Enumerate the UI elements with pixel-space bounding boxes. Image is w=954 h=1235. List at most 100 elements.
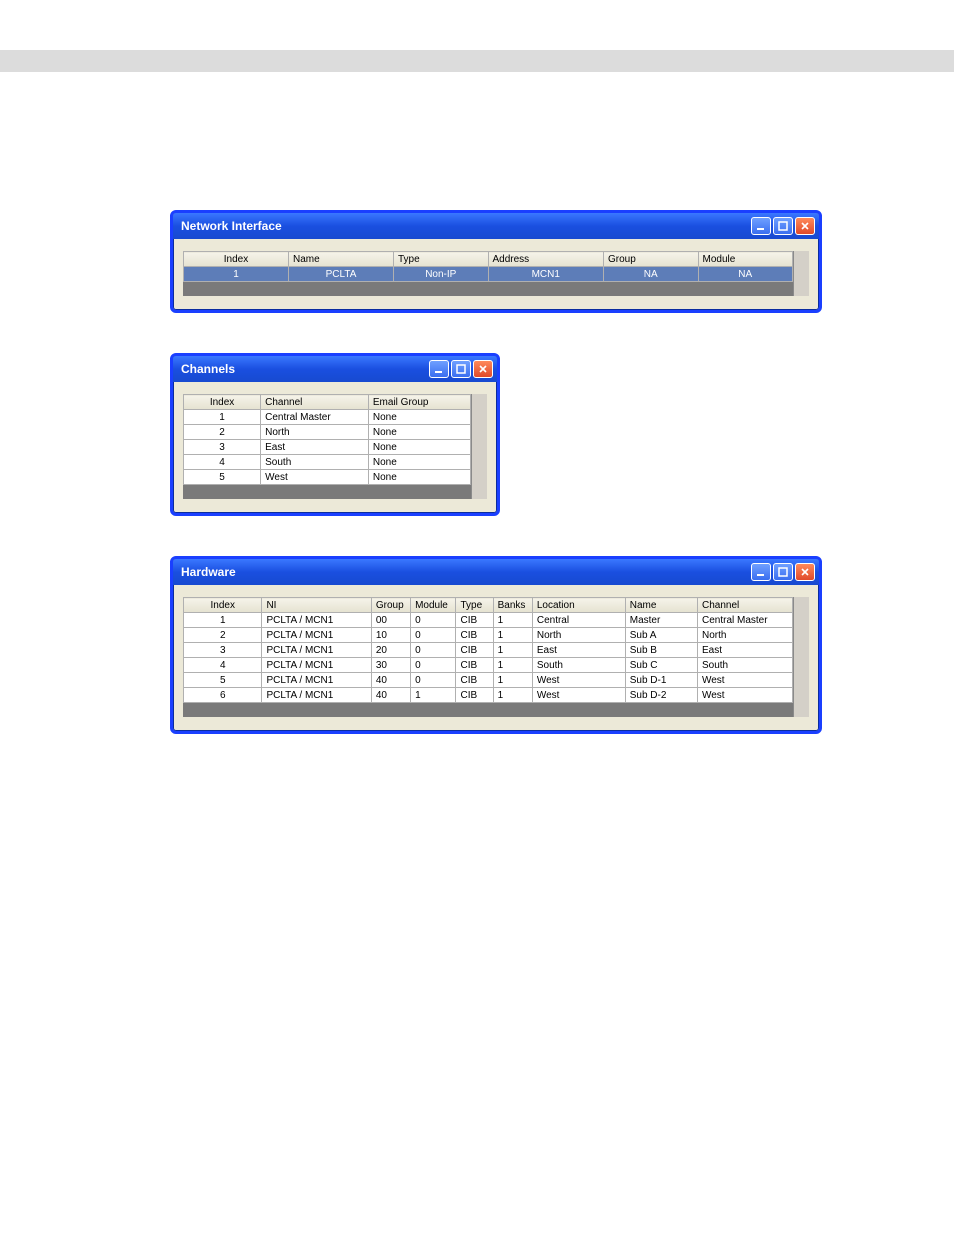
col-header[interactable]: Module: [698, 252, 793, 267]
table-cell[interactable]: West: [697, 673, 792, 688]
table-cell[interactable]: 4: [184, 658, 262, 673]
table-cell[interactable]: PCLTA / MCN1: [262, 658, 371, 673]
maximize-button[interactable]: [451, 360, 471, 378]
table-cell[interactable]: CIB: [456, 613, 493, 628]
close-button[interactable]: [795, 217, 815, 235]
table-cell[interactable]: 0: [411, 673, 456, 688]
table-cell[interactable]: South: [697, 658, 792, 673]
scrollbar[interactable]: [471, 394, 487, 499]
table-row[interactable]: 4PCLTA / MCN1300CIB1SouthSub CSouth: [184, 658, 793, 673]
table-cell[interactable]: CIB: [456, 628, 493, 643]
table-cell[interactable]: 1: [184, 410, 261, 425]
scrollbar[interactable]: [793, 597, 809, 717]
table-row[interactable]: 4SouthNone: [184, 455, 471, 470]
table-cell[interactable]: PCLTA / MCN1: [262, 613, 371, 628]
col-header[interactable]: Location: [532, 598, 625, 613]
table-cell[interactable]: 1: [493, 673, 532, 688]
table-cell[interactable]: North: [261, 425, 369, 440]
table-cell[interactable]: None: [368, 470, 470, 485]
col-header[interactable]: Index: [184, 395, 261, 410]
table-row[interactable]: 2NorthNone: [184, 425, 471, 440]
col-header[interactable]: Channel: [261, 395, 369, 410]
table-cell[interactable]: 1: [493, 613, 532, 628]
table-cell[interactable]: 1: [493, 628, 532, 643]
table-cell[interactable]: MCN1: [488, 267, 604, 282]
minimize-button[interactable]: [751, 217, 771, 235]
table-cell[interactable]: East: [261, 440, 369, 455]
table-cell[interactable]: 5: [184, 673, 262, 688]
table-cell[interactable]: PCLTA / MCN1: [262, 688, 371, 703]
table-cell[interactable]: 00: [371, 613, 410, 628]
minimize-button[interactable]: [751, 563, 771, 581]
table-cell[interactable]: Sub D-2: [625, 688, 697, 703]
col-header[interactable]: Channel: [697, 598, 792, 613]
col-header[interactable]: Type: [456, 598, 493, 613]
table-cell[interactable]: None: [368, 425, 470, 440]
network-interface-grid[interactable]: Index Name Type Address Group Module 1PC…: [183, 251, 793, 282]
table-cell[interactable]: 6: [184, 688, 262, 703]
table-cell[interactable]: PCLTA / MCN1: [262, 673, 371, 688]
table-cell[interactable]: CIB: [456, 688, 493, 703]
table-cell[interactable]: CIB: [456, 673, 493, 688]
col-header[interactable]: Index: [184, 252, 289, 267]
table-row[interactable]: 3EastNone: [184, 440, 471, 455]
table-cell[interactable]: Central: [532, 613, 625, 628]
hardware-grid[interactable]: Index NI Group Module Type Banks Locatio…: [183, 597, 793, 703]
col-header[interactable]: Group: [371, 598, 410, 613]
minimize-button[interactable]: [429, 360, 449, 378]
table-cell[interactable]: 5: [184, 470, 261, 485]
table-cell[interactable]: Sub D-1: [625, 673, 697, 688]
table-cell[interactable]: 0: [411, 643, 456, 658]
table-row[interactable]: 3PCLTA / MCN1200CIB1EastSub BEast: [184, 643, 793, 658]
table-cell[interactable]: Central Master: [697, 613, 792, 628]
table-cell[interactable]: East: [532, 643, 625, 658]
table-cell[interactable]: None: [368, 455, 470, 470]
table-cell[interactable]: 1: [184, 613, 262, 628]
col-header[interactable]: Email Group: [368, 395, 470, 410]
col-header[interactable]: Address: [488, 252, 604, 267]
table-cell[interactable]: Central Master: [261, 410, 369, 425]
table-cell[interactable]: Non-IP: [394, 267, 489, 282]
table-cell[interactable]: 0: [411, 658, 456, 673]
table-cell[interactable]: 30: [371, 658, 410, 673]
table-cell[interactable]: PCLTA / MCN1: [262, 628, 371, 643]
table-cell[interactable]: 4: [184, 455, 261, 470]
table-cell[interactable]: 3: [184, 440, 261, 455]
table-cell[interactable]: None: [368, 440, 470, 455]
table-cell[interactable]: NA: [604, 267, 699, 282]
table-cell[interactable]: None: [368, 410, 470, 425]
table-cell[interactable]: South: [261, 455, 369, 470]
table-cell[interactable]: 10: [371, 628, 410, 643]
table-cell[interactable]: North: [697, 628, 792, 643]
table-cell[interactable]: 2: [184, 425, 261, 440]
maximize-button[interactable]: [773, 563, 793, 581]
col-header[interactable]: Type: [394, 252, 489, 267]
table-row[interactable]: 6PCLTA / MCN1401CIB1WestSub D-2West: [184, 688, 793, 703]
table-cell[interactable]: West: [261, 470, 369, 485]
table-cell[interactable]: Sub B: [625, 643, 697, 658]
table-cell[interactable]: Master: [625, 613, 697, 628]
table-row[interactable]: 1Central MasterNone: [184, 410, 471, 425]
close-button[interactable]: [473, 360, 493, 378]
table-cell[interactable]: 0: [411, 613, 456, 628]
maximize-button[interactable]: [773, 217, 793, 235]
table-cell[interactable]: 1: [411, 688, 456, 703]
titlebar[interactable]: Hardware: [173, 559, 819, 585]
col-header[interactable]: Index: [184, 598, 262, 613]
table-cell[interactable]: PCLTA / MCN1: [262, 643, 371, 658]
col-header[interactable]: Banks: [493, 598, 532, 613]
col-header[interactable]: NI: [262, 598, 371, 613]
col-header[interactable]: Group: [604, 252, 699, 267]
table-cell[interactable]: West: [532, 673, 625, 688]
table-cell[interactable]: 2: [184, 628, 262, 643]
table-cell[interactable]: West: [532, 688, 625, 703]
table-row[interactable]: 1PCLTANon-IPMCN1NANA: [184, 267, 793, 282]
table-cell[interactable]: PCLTA: [289, 267, 394, 282]
titlebar[interactable]: Network Interface: [173, 213, 819, 239]
table-cell[interactable]: 3: [184, 643, 262, 658]
table-cell[interactable]: 1: [493, 658, 532, 673]
table-cell[interactable]: East: [697, 643, 792, 658]
table-row[interactable]: 1PCLTA / MCN1000CIB1CentralMasterCentral…: [184, 613, 793, 628]
table-cell[interactable]: South: [532, 658, 625, 673]
table-row[interactable]: 2PCLTA / MCN1100CIB1NorthSub ANorth: [184, 628, 793, 643]
